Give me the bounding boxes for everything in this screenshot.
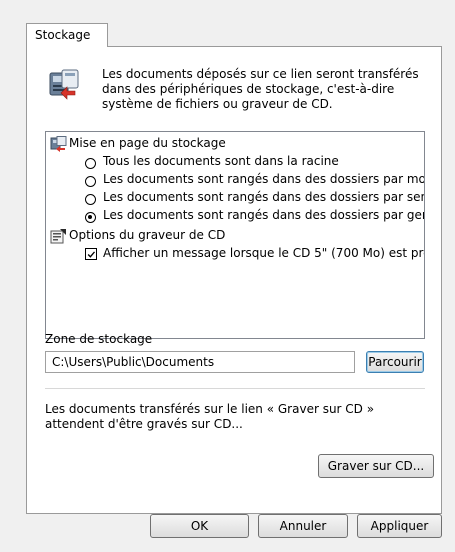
tree-group-cd-options: Options du graveur de CD: [69, 228, 226, 242]
storage-zone-label: Zone de stockage: [45, 332, 153, 346]
tab-stockage[interactable]: Stockage: [26, 23, 108, 47]
ok-button[interactable]: OK: [150, 514, 249, 538]
storage-description: Les documents déposés sur ce lien seront…: [102, 67, 419, 111]
divider: [45, 388, 425, 389]
apply-button[interactable]: Appliquer: [357, 514, 442, 538]
cd-options-icon: [50, 229, 66, 244]
burn-cd-button[interactable]: Graver sur CD...: [318, 454, 434, 478]
tree-group-storage-layout: Mise en page du stockage: [69, 136, 226, 150]
cd-message-checkbox[interactable]: [85, 248, 97, 260]
storage-path-input[interactable]: [45, 351, 355, 373]
layout-option-radio[interactable]: [85, 158, 96, 169]
storage-layout-icon: [50, 136, 67, 152]
checkmark-icon: [87, 250, 95, 258]
options-tree[interactable]: Mise en page du stockage Tous les docume…: [45, 131, 425, 339]
layout-option-label[interactable]: Les documents sont rangés dans des dossi…: [103, 189, 424, 206]
layout-option-radio[interactable]: [85, 176, 96, 187]
layout-option-radio-selected[interactable]: [85, 212, 96, 223]
storage-panel: Les documents déposés sur ce lien seront…: [26, 46, 442, 514]
burn-description: Les documents transférés sur le lien « G…: [45, 402, 375, 431]
browse-button[interactable]: Parcourir: [366, 351, 424, 373]
cd-message-label[interactable]: Afficher un message lorsque le CD 5" (70…: [103, 245, 424, 262]
cancel-button[interactable]: Annuler: [258, 514, 348, 538]
layout-option-radio[interactable]: [85, 194, 96, 205]
layout-option-label[interactable]: Les documents sont rangés dans des dossi…: [103, 207, 424, 224]
layout-option-label[interactable]: Les documents sont rangés dans des dossi…: [103, 171, 424, 188]
storage-transfer-icon: [49, 69, 79, 100]
layout-option-label[interactable]: Tous les documents sont dans la racine: [103, 153, 339, 170]
